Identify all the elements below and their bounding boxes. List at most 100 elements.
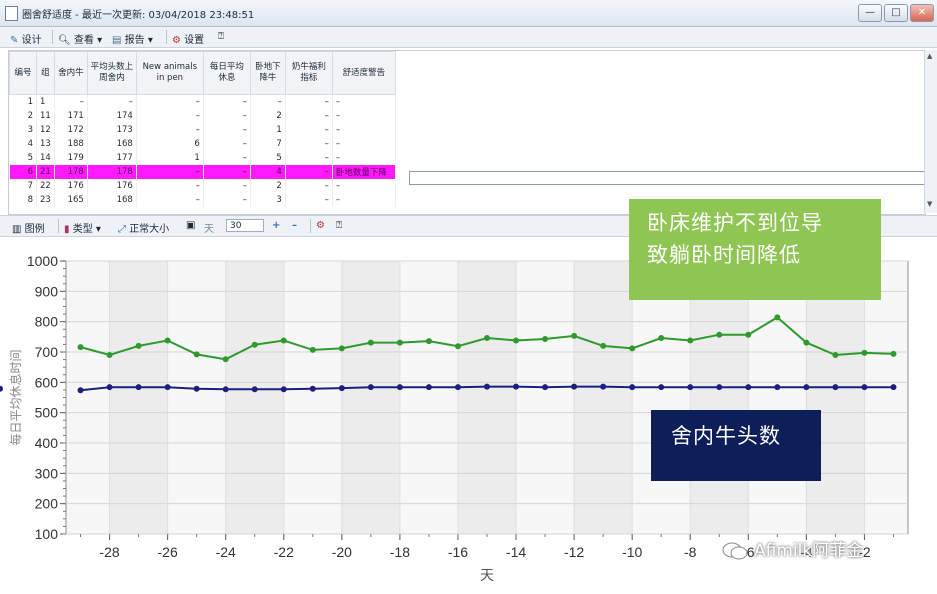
y-tick-label: 300 xyxy=(35,465,59,481)
table-row[interactable]: 8 23 165 168– –3– – xyxy=(9,193,396,207)
row-avg-cell: – xyxy=(87,94,137,109)
row-cows-cell: 178 xyxy=(54,165,88,179)
series-1-point xyxy=(513,383,520,390)
settings-label: 设置 xyxy=(184,35,205,46)
series-0-point xyxy=(774,314,781,321)
row-cows-cell: – xyxy=(54,94,88,109)
row-avg-cell: 177 xyxy=(87,151,137,165)
row-cows-cell: 172 xyxy=(54,123,88,137)
series-0-point xyxy=(454,343,461,350)
settings-button[interactable]: ⚙ 设置 xyxy=(172,31,204,46)
col-header-comfort-warning[interactable]: 舒适度警告 xyxy=(331,51,396,95)
series-1-point xyxy=(396,384,403,391)
report-button[interactable]: ▤ 报告 ▾ xyxy=(112,31,153,46)
series-0-point xyxy=(861,349,868,356)
row-lying-cell: 4 xyxy=(250,165,286,179)
table-row[interactable]: 3 12 172 173– –1– – xyxy=(9,123,396,137)
chart-settings-icon[interactable]: ⚙ xyxy=(316,220,325,231)
series-0-point xyxy=(338,345,345,352)
grid-scrollbar[interactable]: ▲ ▼ xyxy=(924,50,937,213)
series-1-point xyxy=(164,384,171,391)
table-row[interactable]: 7 22 176 176– –2– – xyxy=(9,179,396,193)
row-group-cell: 21 xyxy=(36,165,55,179)
series-0-point xyxy=(396,339,403,346)
series-0-point xyxy=(542,335,549,342)
legend-icon: ▥ xyxy=(12,224,22,235)
series-0-point xyxy=(193,351,200,358)
series-0-point xyxy=(280,337,287,344)
table-row[interactable]: 6 21 178 178– –4– 卧地数量下降 xyxy=(9,165,396,179)
zoom-out-button[interactable]: – xyxy=(292,220,297,231)
table-row[interactable]: 5 14 179 177 1–5– – xyxy=(9,151,396,165)
close-button[interactable]: ✕ xyxy=(910,4,934,22)
legend-button[interactable]: ▥ 图例 xyxy=(12,220,45,235)
normal-size-button[interactable]: ⤢ 正常大小 xyxy=(118,220,169,235)
col-header-cows-in-pen[interactable]: 舍内牛 xyxy=(53,51,88,95)
help-button[interactable]: ⍰ xyxy=(218,31,224,42)
series-1-point xyxy=(542,384,549,391)
col-header-new-animals[interactable]: New animals in pen xyxy=(135,51,204,95)
col-header-group[interactable]: 组 xyxy=(36,51,55,95)
series-0-point xyxy=(251,341,258,348)
series-1-point xyxy=(861,384,868,391)
view-button[interactable]: 🔍︎ 查看 ▾ xyxy=(58,31,102,46)
col-header-lying-drop[interactable]: 卧地下降牛 xyxy=(249,51,286,95)
plot-band xyxy=(457,261,517,534)
row-avg-cell: 168 xyxy=(87,193,137,207)
chart-type-button[interactable]: ▮ 类型 ▾ xyxy=(64,220,101,235)
series-1-point xyxy=(658,384,665,391)
row-new-cell: – xyxy=(136,123,204,137)
y-tick-label: 800 xyxy=(35,314,59,330)
row-id-cell: 2 xyxy=(9,109,37,123)
row-group-cell: 12 xyxy=(36,123,55,137)
series-0-point xyxy=(890,350,897,357)
table-row[interactable]: 4 13 188 168 6–7– – xyxy=(9,137,396,151)
row-group-cell: 13 xyxy=(36,137,55,151)
y-tick-label: 1000 xyxy=(27,253,58,269)
pen-comfort-grid[interactable]: 编号 组 舍内牛 平均头数上周舍内 New animals in pen 每日平… xyxy=(8,50,926,215)
row-cows-cell: 179 xyxy=(54,151,88,165)
series-1-point xyxy=(222,386,229,393)
x-tick-label: -18 xyxy=(390,544,410,560)
col-header-welfare-index[interactable]: 奶牛福利指标 xyxy=(284,51,333,95)
normal-size-label: 正常大小 xyxy=(129,224,170,235)
calendar-icon[interactable]: ▣ xyxy=(186,220,195,231)
zoom-in-button[interactable]: + xyxy=(272,220,280,231)
row-new-cell: – xyxy=(136,165,204,179)
series-0-point xyxy=(513,337,520,344)
col-header-avg-last-week[interactable]: 平均头数上周舍内 xyxy=(86,51,137,95)
row-rest-cell: – xyxy=(203,94,251,109)
row-warning-cell: 卧地数量下降 xyxy=(332,165,396,179)
scroll-down-icon[interactable]: ▼ xyxy=(927,200,932,208)
series-0-point xyxy=(309,346,316,353)
row-new-cell: – xyxy=(136,94,204,109)
row-rest-cell: – xyxy=(203,193,251,207)
row-lying-cell: 2 xyxy=(250,179,286,193)
table-row[interactable]: 1 1– – – – – – – xyxy=(9,94,396,109)
series-0-point xyxy=(716,331,723,338)
col-header-daily-rest[interactable]: 每日平均休息 xyxy=(202,51,251,95)
x-tick-label: -20 xyxy=(332,544,352,560)
row-welfare-cell: – xyxy=(285,179,333,193)
row-id-cell: 4 xyxy=(9,137,37,151)
minimize-button[interactable]: — xyxy=(858,4,882,22)
chart-help-icon[interactable]: ⍰ xyxy=(336,220,342,231)
y-tick-label: 700 xyxy=(35,344,59,360)
col-header-id[interactable]: 编号 xyxy=(9,51,37,95)
scroll-up-icon[interactable]: ▲ xyxy=(927,52,932,60)
row-lying-cell: 1 xyxy=(250,123,286,137)
maximize-button[interactable]: □ xyxy=(884,4,908,22)
row-cows-cell: 165 xyxy=(54,193,88,207)
plot-band xyxy=(341,261,400,534)
days-input[interactable]: 30 xyxy=(226,219,264,232)
design-button[interactable]: ✎ 设计 xyxy=(10,31,42,46)
plot-band xyxy=(806,261,865,534)
row-lying-cell: 2 xyxy=(250,109,286,123)
series-1-point xyxy=(367,384,374,391)
green-annotation-line2: 致躺卧时间降低 xyxy=(647,243,801,267)
series-1-point xyxy=(803,384,810,391)
series-0-point xyxy=(687,337,694,344)
main-toolbar: ✎ 设计 🔍︎ 查看 ▾ ▤ 报告 ▾ ⚙ 设置 ⍰ xyxy=(0,27,937,48)
row-avg-cell: 168 xyxy=(87,137,137,151)
table-row[interactable]: 2 11 171 174– –2– – xyxy=(9,109,396,123)
